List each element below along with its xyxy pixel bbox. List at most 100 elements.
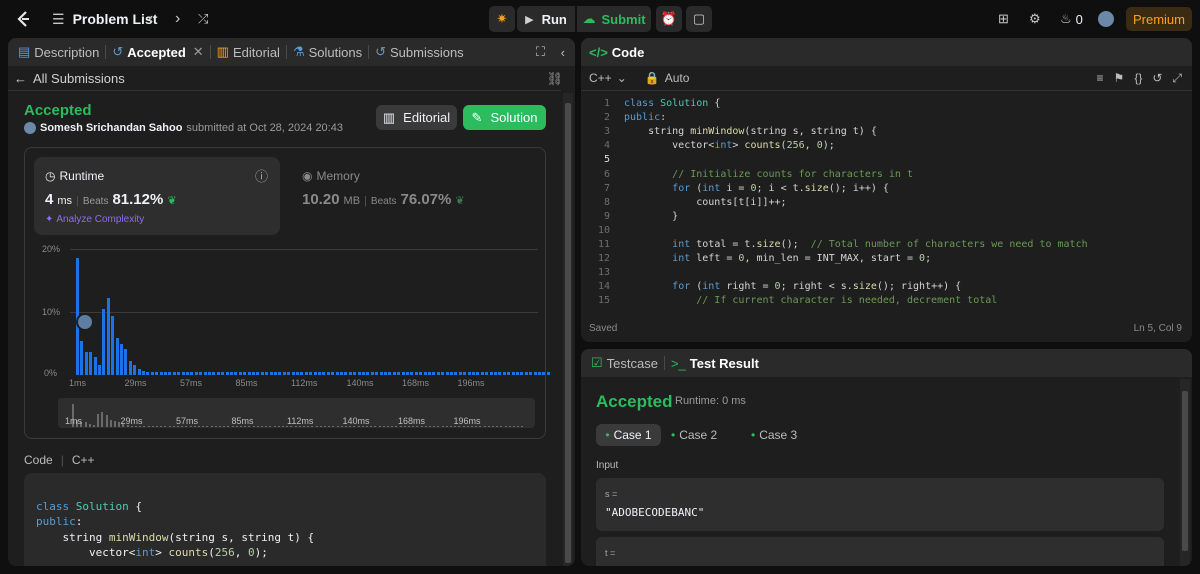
runtime-card[interactable]: ◷ Runtime ⓘ 4 ms | Beats 81.12% ❦ ✦ Analyz… — [34, 157, 280, 235]
chart-bar[interactable] — [344, 371, 348, 375]
chart-bar[interactable] — [392, 371, 396, 375]
streak-counter[interactable]: ♨ 0 — [1060, 0, 1083, 38]
chart-bar[interactable] — [190, 371, 194, 375]
bookmark-icon[interactable]: ⚑ — [1114, 71, 1125, 86]
chart-bar[interactable] — [432, 371, 436, 375]
chart-bar[interactable] — [256, 371, 260, 375]
chart-bar[interactable] — [542, 371, 546, 375]
code-line[interactable]: int total = t.size(); // Total number of… — [624, 239, 1087, 250]
chart-bar[interactable] — [340, 371, 343, 375]
editorial-button[interactable]: ▥ Editorial — [376, 105, 457, 130]
chart-bar[interactable] — [379, 371, 383, 375]
chart-bar[interactable] — [84, 351, 88, 375]
code-line[interactable]: for (int right = 0; right < s.size(); ri… — [624, 281, 961, 292]
chart-bar[interactable] — [274, 371, 277, 375]
chart-bar[interactable] — [225, 371, 229, 375]
analyze-complexity-link[interactable]: ✦ Analyze Complexity — [45, 214, 144, 225]
chart-bar[interactable] — [414, 371, 418, 375]
chart-bar[interactable] — [120, 343, 123, 375]
chart-bar[interactable] — [93, 357, 97, 375]
tab-submissions[interactable]: ↺ Submissions — [369, 38, 470, 66]
chart-bar[interactable] — [331, 371, 335, 375]
code-line[interactable]: string minWindow(string s, string t) { — [624, 126, 877, 137]
chart-bar[interactable] — [216, 371, 220, 375]
chart-bar[interactable] — [150, 371, 154, 375]
chart-bar[interactable] — [155, 371, 159, 375]
chart-bar[interactable] — [410, 371, 414, 375]
chart-bar[interactable] — [441, 371, 445, 375]
chart-bar[interactable] — [159, 371, 163, 375]
chart-bar[interactable] — [142, 371, 145, 375]
chart-bar[interactable] — [230, 371, 233, 375]
chart-bar[interactable] — [199, 371, 203, 375]
chart-bar[interactable] — [397, 371, 401, 375]
chart-bar[interactable] — [102, 309, 106, 375]
chart-bar[interactable] — [128, 360, 132, 375]
chart-bar[interactable] — [485, 371, 489, 375]
run-button[interactable]: ▶ Run — [517, 6, 575, 32]
memory-card[interactable]: ◉ Memory 10.20 MB | Beats 76.07% ❦ — [294, 157, 534, 235]
chart-bar[interactable] — [480, 371, 484, 375]
chart-bar[interactable] — [282, 371, 286, 375]
chart-bar[interactable] — [221, 371, 225, 375]
chart-bar[interactable] — [269, 371, 273, 375]
alarm-icon[interactable]: ⏰ — [656, 6, 682, 32]
chart-bar[interactable] — [133, 364, 137, 375]
chart-bar[interactable] — [516, 371, 519, 375]
tab-solutions[interactable]: ⚗ Solutions — [287, 38, 368, 66]
submitted-code-block[interactable]: class Solution { public: string minWindo… — [24, 473, 546, 566]
tab-description[interactable]: ▤ Description — [8, 38, 105, 66]
all-submissions-link[interactable]: ← All Submissions — [14, 71, 125, 86]
chart-bar[interactable] — [472, 371, 475, 375]
chart-bar[interactable] — [300, 371, 304, 375]
code-line[interactable]: for (int i = 0; i < t.size(); i++) { — [624, 183, 889, 194]
chart-bar[interactable] — [98, 364, 101, 375]
chart-bar[interactable] — [164, 371, 167, 375]
submit-button[interactable]: ☁ Submit — [577, 6, 651, 32]
chart-bar[interactable] — [265, 371, 269, 375]
chart-bar[interactable] — [115, 338, 119, 375]
premium-button[interactable]: Premium — [1126, 7, 1192, 31]
chart-bar[interactable] — [208, 371, 211, 375]
chart-bar[interactable] — [370, 371, 374, 375]
chart-bar[interactable] — [80, 340, 84, 375]
chart-bar[interactable] — [287, 371, 291, 375]
chart-bar[interactable] — [454, 371, 458, 375]
scrollbar[interactable] — [563, 93, 573, 566]
chart-bar[interactable] — [533, 371, 537, 375]
chart-bar[interactable] — [388, 371, 392, 375]
problem-list-button[interactable]: ☰ Problem List — [52, 0, 157, 38]
gear-icon[interactable]: ⚙ — [1029, 0, 1041, 38]
chart-bar[interactable] — [520, 371, 524, 375]
chart-bar[interactable] — [137, 368, 141, 375]
chart-bar[interactable] — [502, 371, 506, 375]
chart-bar[interactable] — [309, 371, 313, 375]
note-icon[interactable]: ▢ — [686, 6, 712, 32]
chart-bar[interactable] — [498, 371, 502, 375]
chart-bar[interactable] — [212, 371, 216, 375]
chart-bar[interactable] — [313, 371, 317, 375]
debug-icon[interactable]: ✷ — [489, 6, 515, 32]
chart-bar[interactable] — [524, 371, 528, 375]
braces-icon[interactable]: {} — [1134, 71, 1142, 86]
prev-problem-icon[interactable]: ‹ — [148, 0, 153, 38]
chart-range-slider[interactable]: 1ms 29ms 57ms 85ms 112ms 140ms 168ms 196ms — [58, 398, 535, 428]
code-line[interactable]: // Initialize counts for characters in t — [624, 169, 913, 180]
chart-bar[interactable] — [172, 371, 176, 375]
chart-bar[interactable] — [419, 371, 423, 375]
code-line[interactable]: int left = 0, min_len = INT_MAX, start =… — [624, 253, 931, 264]
chart-bar[interactable] — [428, 371, 431, 375]
chart-bar[interactable] — [458, 371, 462, 375]
expand-icon[interactable]: ⛶ — [536, 44, 545, 60]
tab-editorial[interactable]: ▥ Editorial — [211, 38, 286, 66]
chart-bar[interactable] — [146, 371, 150, 375]
chart-bar[interactable] — [124, 348, 128, 375]
chart-bar[interactable] — [186, 371, 189, 375]
case-tab-1[interactable]: • Case 1 — [596, 424, 661, 446]
tab-test-result[interactable]: >_ Test Result — [665, 349, 765, 377]
chart-bar[interactable] — [511, 371, 515, 375]
info-icon[interactable]: ⓘ — [255, 166, 268, 185]
chart-bar[interactable] — [335, 371, 339, 375]
chart-bar[interactable] — [529, 371, 533, 375]
scrollbar[interactable] — [1180, 379, 1190, 566]
